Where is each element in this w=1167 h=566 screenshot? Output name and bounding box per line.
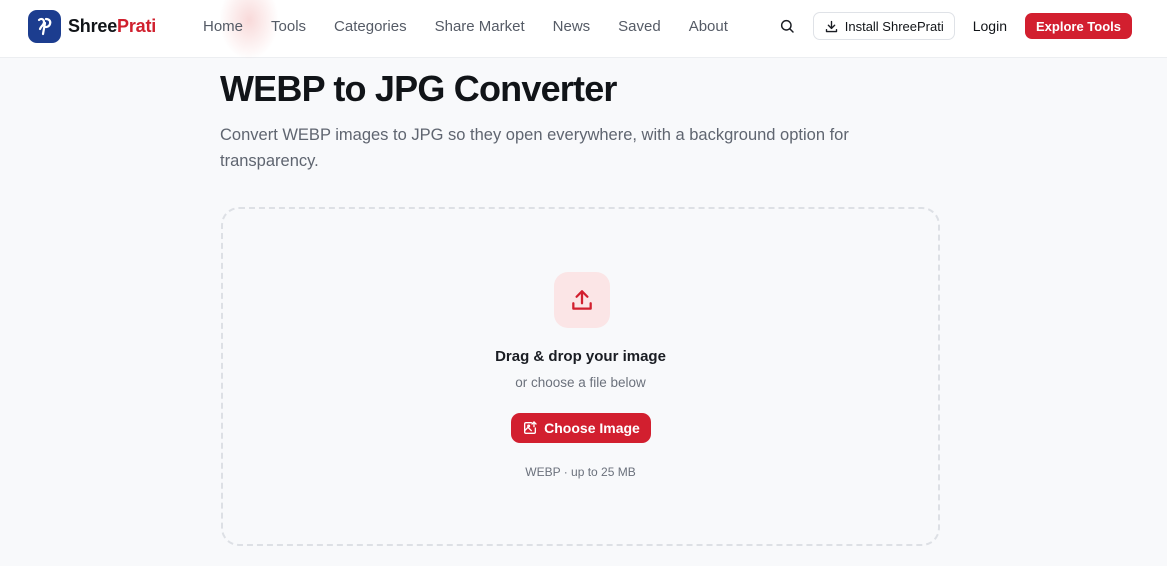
- nav-item-saved[interactable]: Saved: [604, 18, 675, 35]
- header-actions: Install ShreePrati Login Explore Tools: [773, 12, 1132, 40]
- search-button[interactable]: [773, 12, 801, 40]
- search-icon: [780, 19, 794, 33]
- download-icon: [825, 20, 837, 32]
- image-dropzone[interactable]: Drag & drop your image or choose a file …: [221, 207, 940, 546]
- dropzone-title: Drag & drop your image: [495, 348, 666, 365]
- nav-item-tools[interactable]: Tools: [257, 18, 320, 35]
- nav-item-news[interactable]: News: [539, 18, 605, 35]
- upload-icon-container: [554, 272, 610, 328]
- nav-item-categories[interactable]: Categories: [320, 18, 421, 35]
- upload-icon: [572, 290, 592, 310]
- nav-item-share-market[interactable]: Share Market: [421, 18, 539, 35]
- login-link[interactable]: Login: [973, 18, 1007, 34]
- site-header: ShreePrati Home Tools Categories Share M…: [0, 0, 1167, 60]
- explore-tools-button[interactable]: Explore Tools: [1025, 13, 1132, 39]
- page-title: WEBP to JPG Converter: [220, 68, 617, 109]
- brand-name-accent: Prati: [117, 15, 157, 36]
- install-app-label: Install ShreePrati: [844, 18, 944, 34]
- main-nav: Home Tools Categories Share Market News …: [189, 0, 742, 60]
- file-format-hint: WEBP · up to 25 MB: [525, 465, 636, 479]
- site-logo[interactable]: ShreePrati: [28, 9, 156, 43]
- nav-item-home[interactable]: Home: [189, 18, 257, 35]
- shreeprati-logo-icon: [28, 9, 61, 43]
- page-description: Convert WEBP images to JPG so they open …: [220, 126, 849, 170]
- choose-image-label: Choose Image: [544, 420, 640, 436]
- nav-item-about[interactable]: About: [675, 18, 742, 35]
- choose-image-button[interactable]: Choose Image: [511, 413, 651, 443]
- install-app-button[interactable]: Install ShreePrati: [812, 12, 955, 40]
- brand-name: ShreePrati: [68, 16, 156, 37]
- dropzone-subtitle: or choose a file below: [515, 375, 646, 390]
- image-upload-icon: [524, 421, 537, 434]
- brand-name-primary: Shree: [68, 15, 118, 36]
